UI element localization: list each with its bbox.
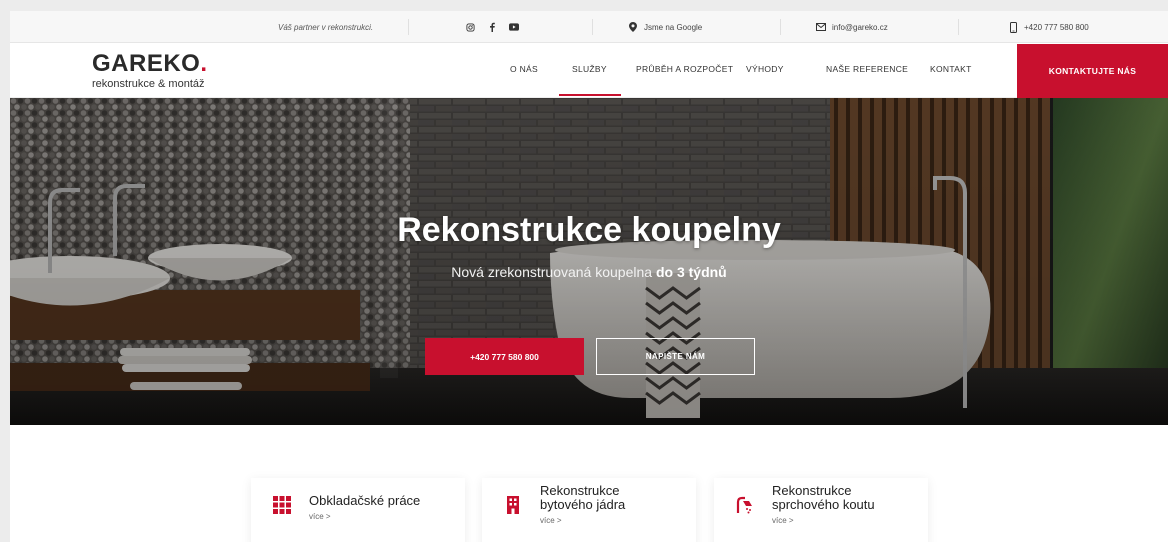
building-icon — [507, 496, 519, 514]
divider — [408, 19, 409, 35]
hero-subtitle: Nová zrekonstruovaná koupelna do 3 týdnů — [10, 264, 1168, 280]
nav-item-nase-reference[interactable]: NAŠE REFERENCE — [826, 64, 908, 74]
nav-item-vyhody[interactable]: VÝHODY — [746, 64, 784, 74]
page-frame: Váš partner v rekonstrukci. Jsme na Goog… — [10, 11, 1168, 542]
google-link[interactable]: Jsme na Google — [628, 11, 702, 43]
youtube-icon[interactable] — [509, 22, 519, 32]
nav-item-sluzby[interactable]: SLUŽBY — [572, 64, 607, 74]
logo-prefix: GA — [92, 50, 129, 77]
service-card-bathroom-core[interactable]: Rekonstrukce bytového jádra více > — [482, 478, 696, 542]
logo-main: REKO — [129, 50, 201, 77]
shower-icon — [736, 496, 752, 514]
site-logo[interactable]: GAREKO. rekonstrukce & montáž — [92, 52, 208, 91]
tiles-grid-icon — [273, 496, 291, 514]
top-info-bar: Váš partner v rekonstrukci. Jsme na Goog… — [10, 11, 1168, 43]
services-section: Obkladačské práce více > Rekonstrukce by… — [10, 425, 1168, 542]
nav-item-o-nas[interactable]: O NÁS — [510, 64, 538, 74]
divider — [592, 19, 593, 35]
email-link[interactable]: info@gareko.cz — [816, 11, 888, 43]
contact-us-button[interactable]: KONTAKTUJTE NÁS — [1017, 44, 1168, 98]
divider — [958, 19, 959, 35]
map-pin-icon — [628, 22, 638, 32]
phone-text: +420 777 580 800 — [1024, 22, 1089, 32]
site-header: GAREKO. rekonstrukce & montáž O NÁS SLUŽ… — [10, 44, 1168, 98]
envelope-icon — [816, 22, 826, 32]
phone-link[interactable]: +420 777 580 800 — [1008, 11, 1089, 43]
logo-tagline: rekonstrukce & montáž — [92, 78, 205, 90]
service-title: Obkladačské práce — [309, 493, 421, 508]
instagram-icon[interactable] — [465, 22, 475, 32]
hero-banner: Rekonstrukce koupelny Nová zrekonstruova… — [10, 98, 1168, 425]
service-card-shower[interactable]: Rekonstrukce sprchového koutu více > — [714, 478, 928, 542]
nav-item-prubeh-a-rozpocet[interactable]: PRŮBĚH A ROZPOČET — [636, 64, 733, 74]
google-label: Jsme na Google — [644, 22, 703, 32]
tagline: Váš partner v rekonstrukci. — [278, 11, 373, 43]
write-us-button[interactable]: NAPIŠTE NÁM — [596, 338, 755, 375]
facebook-icon[interactable] — [487, 22, 497, 32]
email-text: info@gareko.cz — [832, 22, 888, 32]
service-title-line1: Rekonstrukce — [540, 483, 620, 498]
nav-active-indicator — [559, 94, 621, 96]
tagline-text: Váš partner v rekonstrukci. — [278, 22, 374, 32]
service-title-line2: bytového jádra — [540, 497, 626, 512]
hero-subtitle-highlight: do 3 týdnů — [655, 264, 727, 280]
hero-subtitle-text: Nová zrekonstruovaná koupelna — [451, 264, 656, 280]
social-links — [465, 11, 519, 43]
logo-dot: . — [200, 50, 208, 77]
service-more-link[interactable]: více > — [772, 516, 794, 525]
service-more-link[interactable]: více > — [309, 512, 331, 521]
service-more-link[interactable]: více > — [540, 516, 562, 525]
service-title-line1: Rekonstrukce — [772, 483, 852, 498]
service-card-tiling[interactable]: Obkladačské práce více > — [251, 478, 465, 542]
bathroom-photo — [10, 98, 1168, 425]
logo-wordmark: GAREKO. — [92, 52, 208, 76]
service-title-line2: sprchového koutu — [772, 497, 875, 512]
divider — [780, 19, 781, 35]
phone-icon — [1008, 21, 1018, 33]
nav-item-kontakt[interactable]: KONTAKT — [930, 64, 972, 74]
call-phone-button[interactable]: +420 777 580 800 — [425, 338, 584, 375]
hero-title: Rekonstrukce koupelny — [397, 211, 781, 249]
